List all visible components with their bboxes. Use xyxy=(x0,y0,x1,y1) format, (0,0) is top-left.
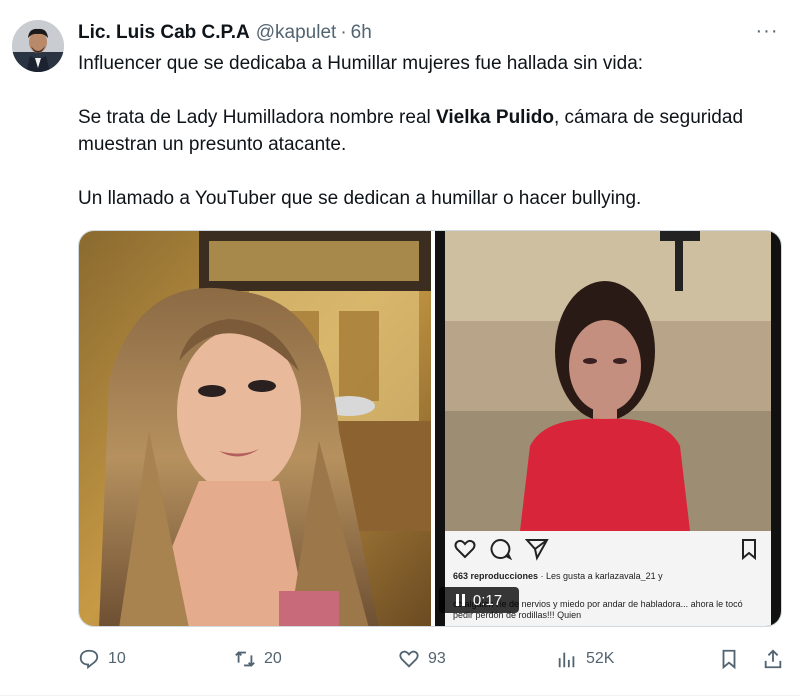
author-handle[interactable]: @kapulet xyxy=(256,22,337,44)
tweet-header: Lic. Luis Cab C.P.A @kapulet · 6h xyxy=(78,20,780,46)
tweet-text-line2: Se trata de Lady Humilladora nombre real… xyxy=(78,104,768,158)
video-time: 0:17 xyxy=(472,591,503,609)
share-icon xyxy=(525,539,549,561)
share-button[interactable] xyxy=(762,643,784,675)
like-count: 93 xyxy=(428,650,446,667)
share-icon xyxy=(764,649,782,669)
author-name[interactable]: Lic. Luis Cab C.P.A xyxy=(78,22,250,44)
instagram-reproductions: 663 reproducciones xyxy=(453,571,539,581)
views-count: 52K xyxy=(586,650,615,667)
retweet-button[interactable]: 20 xyxy=(234,643,282,675)
video-frame xyxy=(445,231,771,531)
pause-icon xyxy=(455,594,465,606)
avatar[interactable] xyxy=(12,20,64,72)
photo-selfie[interactable] xyxy=(79,231,431,626)
like-button[interactable]: 93 xyxy=(398,643,446,675)
reply-button[interactable]: 10 xyxy=(78,643,126,675)
tweet-text: Influencer que se dedicaba a Humillar mu… xyxy=(78,50,768,212)
instagram-views-line: 663 reproducciones · Les gusta a karlaza… xyxy=(453,571,765,581)
heart-icon xyxy=(454,539,476,559)
more-options-icon[interactable]: ··· xyxy=(754,18,780,44)
tweet-actions: 10 20 93 52K xyxy=(78,643,788,675)
like-icon xyxy=(399,650,419,668)
tweet: Lic. Luis Cab C.P.A @kapulet · 6h ··· In… xyxy=(0,0,800,696)
views-button[interactable]: 52K xyxy=(556,643,614,675)
instagram-post-frame: 663 reproducciones · Les gusta a karlaza… xyxy=(445,231,771,626)
instagram-likes-text: · Les gusta a karlazavala_21 y xyxy=(538,571,663,581)
bookmark-icon xyxy=(722,649,736,670)
tweet-media[interactable]: 663 reproducciones · Les gusta a karlaza… xyxy=(78,230,782,627)
comment-icon xyxy=(490,538,513,561)
tweet-text-bold-name: Vielka Pulido xyxy=(436,107,554,128)
tweet-text-line1: Influencer que se dedicaba a Humillar mu… xyxy=(78,53,644,74)
tweet-time[interactable]: 6h xyxy=(351,22,372,44)
retweet-count: 20 xyxy=(264,650,282,667)
tweet-text-line3: Un llamado a YouTuber que se dedican a h… xyxy=(78,188,642,209)
reply-count: 10 xyxy=(108,650,126,667)
video-player[interactable]: 663 reproducciones · Les gusta a karlaza… xyxy=(435,231,781,626)
instagram-actions xyxy=(453,537,761,563)
tweet-text-line2-a: Se trata de Lady Humilladora nombre real xyxy=(78,107,437,128)
bookmark-icon xyxy=(742,539,756,561)
video-pause-button[interactable]: 0:17 xyxy=(439,587,519,613)
separator-dot: · xyxy=(340,22,347,43)
retweet-icon xyxy=(235,651,255,667)
views-icon xyxy=(558,652,575,668)
bookmark-button[interactable] xyxy=(718,643,740,675)
reply-icon xyxy=(79,649,99,670)
